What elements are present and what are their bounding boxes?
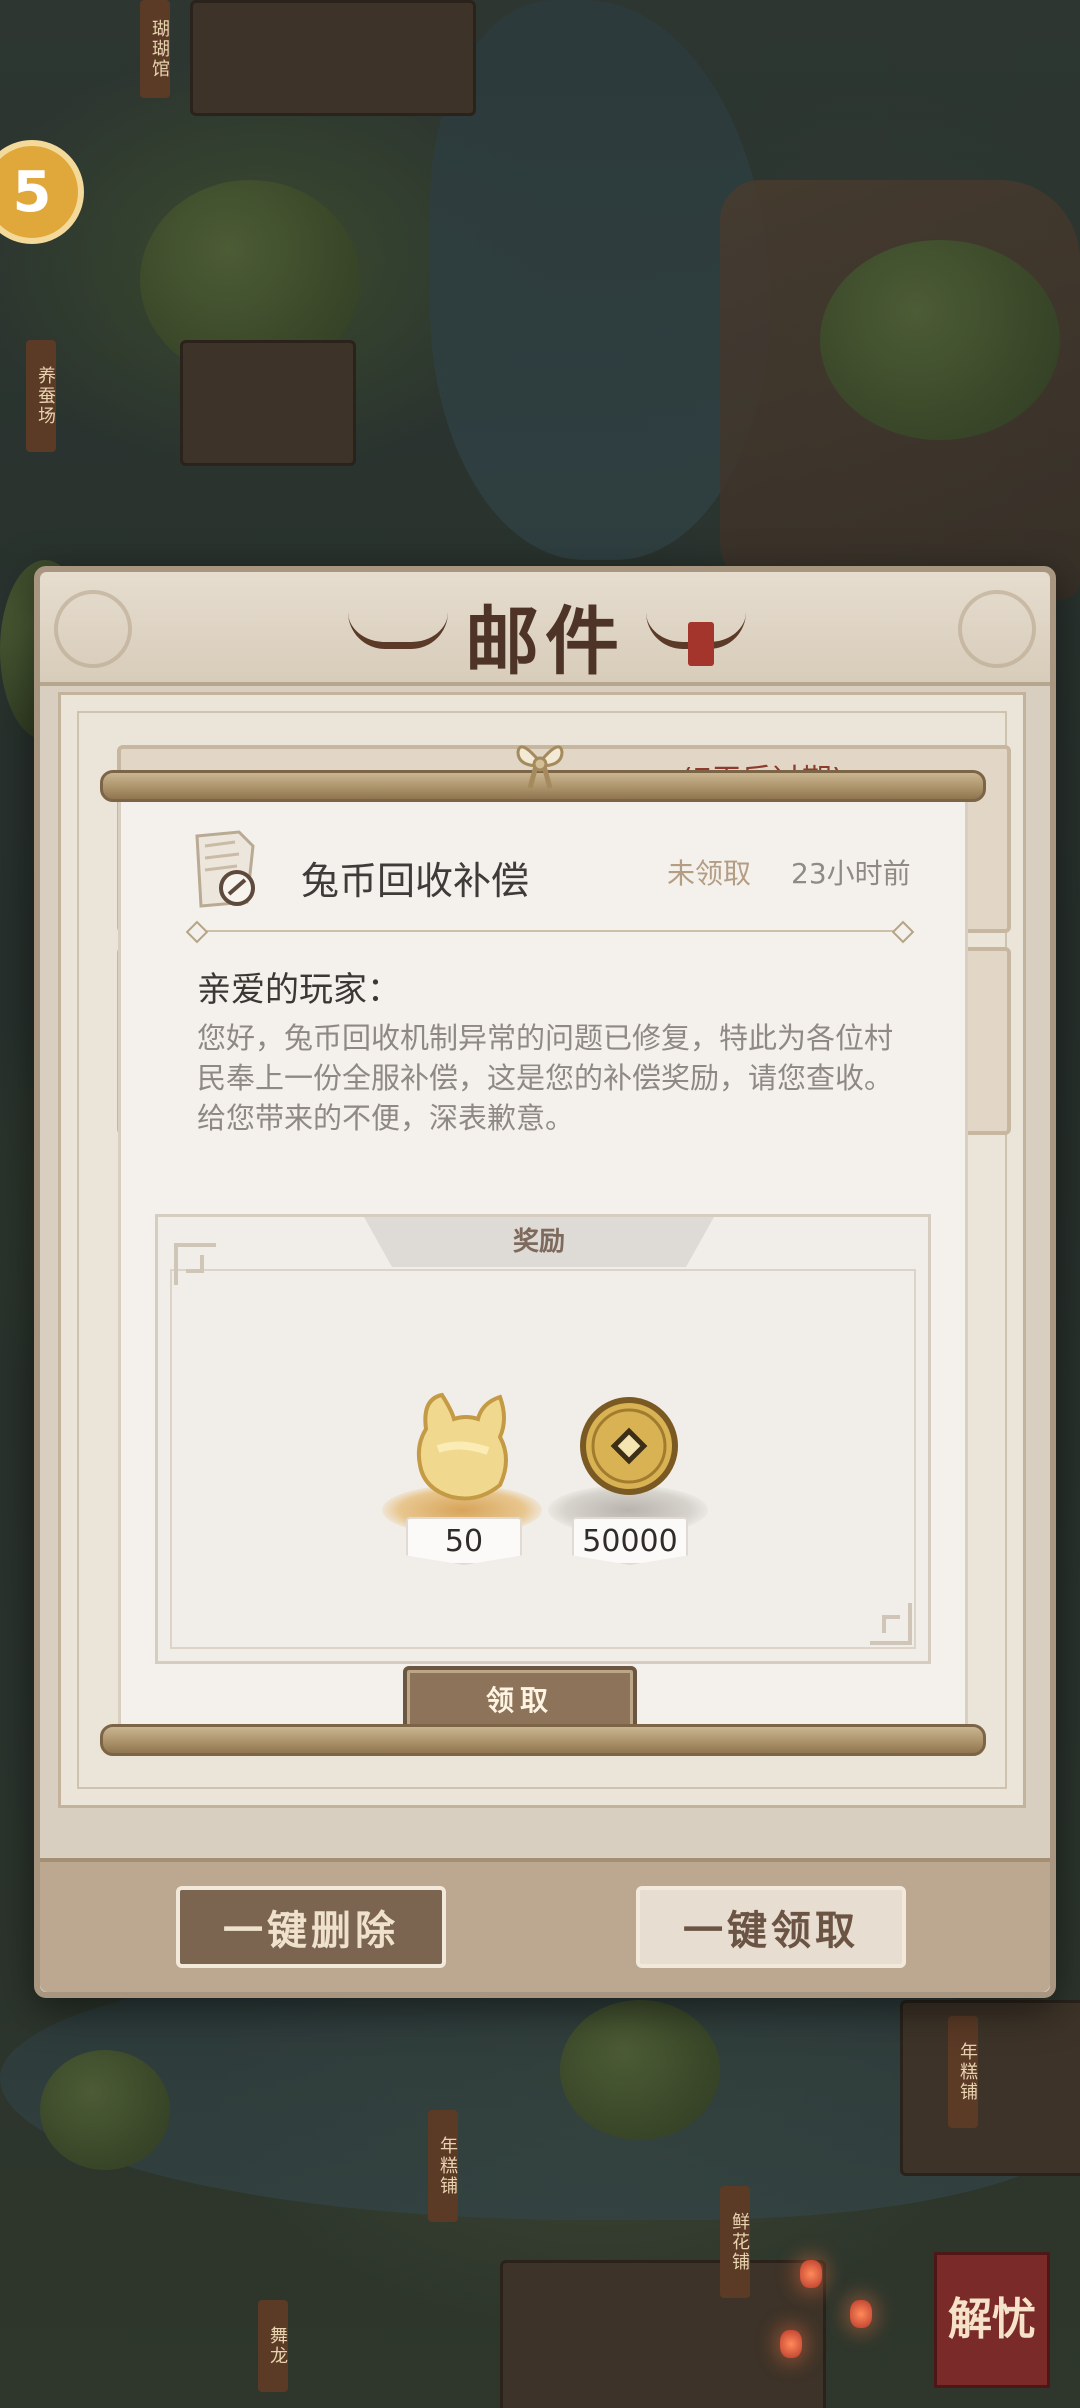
claim-button[interactable]: 领取 — [403, 1666, 637, 1732]
reward-title: 奖励 — [512, 1227, 565, 1257]
reward-item[interactable]: 50000 — [548, 1387, 708, 1587]
lantern-icon — [850, 2300, 872, 2328]
copper-coin-icon — [580, 1397, 678, 1495]
dialog-footer: 一键删除 一键领取 — [40, 1858, 1050, 1992]
mail-subject: 兔币回收补偿 — [301, 859, 530, 903]
house[interactable] — [190, 0, 476, 116]
dialog-title: 邮件 — [465, 599, 625, 685]
mail-detail-popup: 兔币回收补偿 未领取 23小时前 亲爱的玩家： 您好，兔币回收机制异常的问题已修… — [100, 745, 986, 1760]
signpost[interactable]: 舞龙 — [258, 2300, 288, 2392]
dialog-header: 邮件 — [40, 572, 1050, 686]
delete-all-button[interactable]: 一键删除 — [176, 1886, 446, 1968]
signpost[interactable]: 瑚瑚馆 — [140, 0, 170, 98]
house[interactable] — [500, 2260, 826, 2408]
mail-letter-icon — [187, 830, 271, 914]
seal-stamp-icon — [688, 622, 714, 666]
help-stamp-button[interactable]: 解忧 — [934, 2252, 1050, 2388]
reward-count: 50 — [406, 1517, 522, 1565]
tree — [560, 2000, 720, 2140]
rabbit-coin-icon — [416, 1392, 508, 1501]
game-screen: 5 瑚瑚馆 养蚕场 年糕铺 年糕铺 鲜花铺 舞龙 解忧 邮件 (7天后过期) 一… — [0, 0, 1080, 2408]
signpost[interactable]: 鲜花铺 — [720, 2186, 750, 2298]
signpost[interactable]: 养蚕场 — [26, 340, 56, 452]
mail-greeting: 亲爱的玩家： — [197, 970, 401, 1010]
signpost[interactable]: 年糕铺 — [428, 2110, 458, 2222]
mail-paper: 兔币回收补偿 未领取 23小时前 亲爱的玩家： 您好，兔币回收机制异常的问题已修… — [118, 794, 968, 1732]
tree — [820, 240, 1060, 440]
fret-ornament-icon — [870, 1603, 912, 1645]
house[interactable] — [900, 2000, 1080, 2176]
claim-all-button[interactable]: 一键领取 — [636, 1886, 906, 1968]
divider — [197, 930, 903, 932]
house[interactable] — [180, 340, 356, 466]
reward-frame — [170, 1269, 916, 1649]
mail-status-badge: 未领取 — [667, 857, 752, 890]
ribbon-bow-icon — [516, 745, 564, 789]
tree — [40, 2050, 170, 2170]
mail-timestamp: 23小时前 — [791, 857, 911, 890]
reward-count: 50000 — [572, 1517, 688, 1565]
fret-ornament-icon — [174, 1243, 216, 1285]
lantern-icon — [780, 2330, 802, 2358]
help-stamp-label: 解忧 — [948, 2294, 1036, 2345]
reward-item[interactable]: 50 — [382, 1387, 542, 1587]
signpost[interactable]: 年糕铺 — [948, 2016, 978, 2128]
lantern-icon — [800, 2260, 822, 2288]
mail-body: 您好，兔币回收机制异常的问题已修复，特此为各位村民奉上一份全服补偿，这是您的补偿… — [197, 1021, 894, 1135]
reward-box: 奖励 50 50000 — [155, 1214, 931, 1664]
scroll-rod-bottom — [100, 1724, 986, 1756]
